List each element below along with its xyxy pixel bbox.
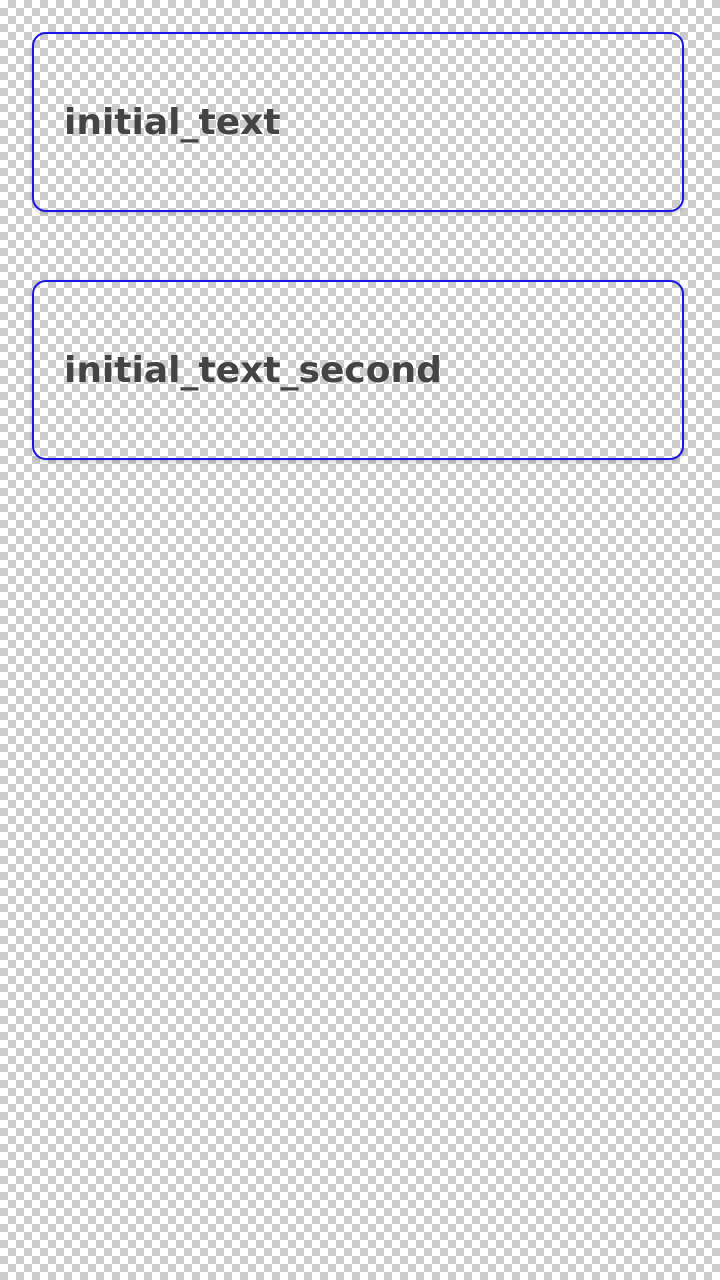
text-input-second[interactable]: initial_text_second	[32, 280, 684, 460]
app-screen: initial_text initial_text_second	[0, 0, 720, 1280]
text-input-first-value: initial_text	[64, 101, 281, 143]
text-input-first[interactable]: initial_text	[32, 32, 684, 212]
text-input-second-value: initial_text_second	[64, 349, 442, 391]
